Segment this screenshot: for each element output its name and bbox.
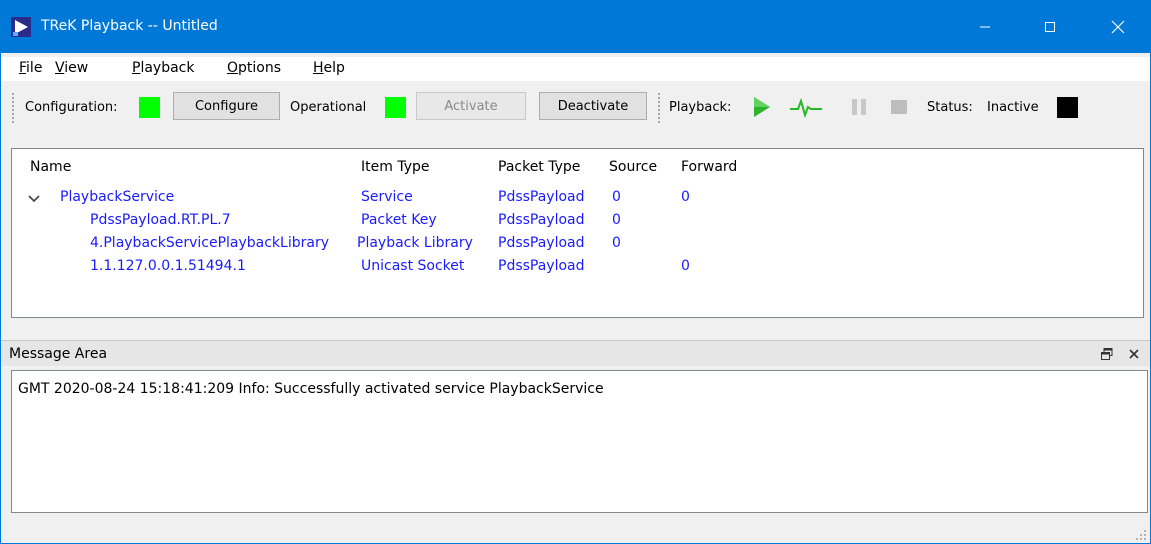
tree-row-item-type: Playback Library xyxy=(357,235,473,251)
title-bar[interactable]: TReK Playback -- Untitled xyxy=(1,1,1150,53)
menu-playback[interactable]: Playback xyxy=(132,60,194,76)
tree-row-source: 0 xyxy=(612,189,621,205)
configure-button[interactable]: Configure xyxy=(173,92,280,120)
toolbar-grip[interactable] xyxy=(11,92,15,124)
column-header-name[interactable]: Name xyxy=(30,159,71,175)
play-icon[interactable] xyxy=(749,95,773,119)
tree-row-packet-type: PdssPayload xyxy=(498,258,585,274)
operational-status-led xyxy=(385,97,406,118)
minimize-button[interactable] xyxy=(956,1,1014,53)
pause-icon[interactable] xyxy=(847,95,871,119)
tree-row-item-type: Service xyxy=(361,189,413,205)
window-title: TReK Playback -- Untitled xyxy=(41,18,218,34)
operational-label: Operational xyxy=(290,100,367,115)
message-area-title: Message Area xyxy=(9,346,108,362)
maximize-icon xyxy=(1045,22,1055,32)
menu-view[interactable]: View xyxy=(55,60,88,76)
tree-row-item-type: Packet Key xyxy=(361,212,437,228)
tree-row-name[interactable]: 4.PlaybackServicePlaybackLibrary xyxy=(90,235,329,251)
tree-row-source: 0 xyxy=(612,212,621,228)
close-panel-icon[interactable] xyxy=(1127,347,1141,361)
service-tree[interactable]: Name Item Type Packet Type Source Forwar… xyxy=(11,148,1144,318)
tree-row-item-type: Unicast Socket xyxy=(361,258,465,274)
float-window-icon[interactable] xyxy=(1100,347,1114,361)
status-value: Inactive xyxy=(987,100,1039,115)
tree-row-name[interactable]: PlaybackService xyxy=(60,189,174,205)
menu-options[interactable]: Options xyxy=(227,60,281,76)
app-logo-icon xyxy=(11,17,31,37)
stop-icon[interactable] xyxy=(887,95,911,119)
menu-file[interactable]: File xyxy=(19,60,42,76)
status-indicator-led xyxy=(1057,97,1078,118)
maximize-button[interactable] xyxy=(1021,1,1079,53)
tree-row-forward: 0 xyxy=(681,258,690,274)
tree-row-forward: 0 xyxy=(681,189,690,205)
menu-help[interactable]: Help xyxy=(313,60,345,76)
close-icon xyxy=(1111,20,1125,34)
message-line: GMT 2020-08-24 15:18:41:209 Info: Succes… xyxy=(18,381,604,397)
tree-row-packet-type: PdssPayload xyxy=(498,235,585,251)
column-header-source[interactable]: Source xyxy=(609,159,657,175)
activate-button[interactable]: Activate xyxy=(416,92,526,120)
configuration-label: Configuration: xyxy=(25,100,118,115)
chevron-down-icon[interactable] xyxy=(28,194,40,204)
menu-bar: File View Playback Options Help xyxy=(1,57,1150,81)
tree-row-name[interactable]: PdssPayload.RT.PL.7 xyxy=(90,212,231,228)
column-header-packet-type[interactable]: Packet Type xyxy=(498,159,580,175)
close-button[interactable] xyxy=(1089,1,1147,53)
status-label: Status: xyxy=(927,100,973,115)
app-window: TReK Playback -- Untitled File View Play… xyxy=(0,0,1151,544)
tree-row-packet-type: PdssPayload xyxy=(498,189,585,205)
message-log[interactable]: GMT 2020-08-24 15:18:41:209 Info: Succes… xyxy=(11,370,1148,513)
minimize-icon xyxy=(980,26,990,28)
message-area-header[interactable]: Message Area xyxy=(1,340,1150,366)
playback-label: Playback: xyxy=(669,100,732,115)
configuration-status-led xyxy=(139,97,160,118)
column-header-item-type[interactable]: Item Type xyxy=(361,159,429,175)
resize-grip-icon[interactable] xyxy=(1135,529,1147,541)
tree-row-packet-type: PdssPayload xyxy=(498,212,585,228)
toolbar: Configuration: Configure Operational Act… xyxy=(1,83,1150,133)
tree-row-source: 0 xyxy=(612,235,621,251)
column-header-forward[interactable]: Forward xyxy=(681,159,737,175)
signal-icon[interactable] xyxy=(789,95,823,119)
toolbar-grip-2[interactable] xyxy=(657,92,661,124)
deactivate-button[interactable]: Deactivate xyxy=(539,92,647,120)
tree-row-name[interactable]: 1.1.127.0.0.1.51494.1 xyxy=(90,258,246,274)
